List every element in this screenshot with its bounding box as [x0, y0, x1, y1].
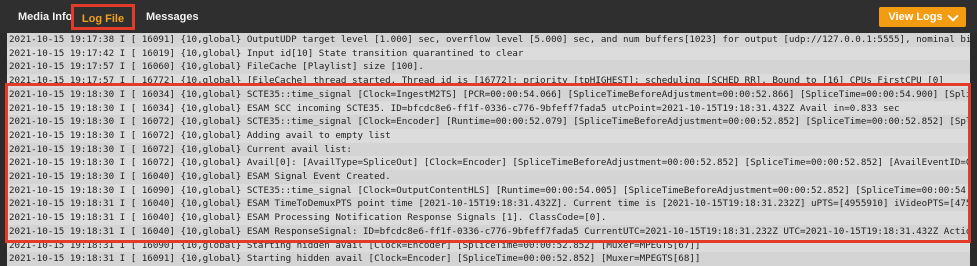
tab-media-info[interactable]: Media Info: [18, 8, 72, 26]
log-line: 2021-10-15 19:17:38 I [ 16091] {10,globa…: [7, 33, 970, 47]
log-line: 2021-10-15 19:17:57 I [ 16060] {10,globa…: [7, 60, 970, 75]
log-line: 2021-10-15 19:17:42 I [ 16019] {10,globa…: [7, 46, 970, 61]
top-toolbar: Media Info Log File Messages View Logs: [0, 0, 977, 33]
log-line: 2021-10-15 19:18:31 I [ 16091] {10,globa…: [7, 252, 970, 266]
log-line: 2021-10-15 19:17:57 I [ 16772] {10,globa…: [7, 74, 970, 88]
tab-log-file[interactable]: Log File: [71, 4, 135, 30]
chevron-down-icon: [946, 9, 959, 22]
log-line: 2021-10-15 19:18:31 I [ 16040] {10,globa…: [7, 211, 970, 225]
log-line: 2021-10-15 19:18:30 I [ 16072] {10,globa…: [7, 156, 970, 170]
log-line: 2021-10-15 19:18:31 I [ 16040] {10,globa…: [7, 224, 970, 239]
log-line: 2021-10-15 19:18:30 I [ 16072] {10,globa…: [7, 128, 970, 143]
log-line: 2021-10-15 19:18:31 I [ 16090] {10,globa…: [7, 238, 970, 253]
log-line: 2021-10-15 19:18:30 I [ 16034] {10,globa…: [7, 87, 970, 102]
log-line: 2021-10-15 19:18:31 I [ 16040] {10,globa…: [7, 197, 970, 212]
log-line: 2021-10-15 19:18:30 I [ 16040] {10,globa…: [7, 170, 970, 184]
log-line: 2021-10-15 19:18:30 I [ 16034] {10,globa…: [7, 101, 970, 116]
view-logs-label: View Logs: [888, 11, 943, 23]
log-line: 2021-10-15 19:18:30 I [ 16090] {10,globa…: [7, 183, 970, 198]
log-line: 2021-10-15 19:18:30 I [ 16072] {10,globa…: [7, 142, 970, 157]
log-viewer[interactable]: 2021-10-15 19:17:38 I [ 16091] {10,globa…: [7, 33, 970, 266]
view-logs-button[interactable]: View Logs: [879, 7, 966, 27]
log-line: 2021-10-15 19:18:30 I [ 16072] {10,globa…: [7, 115, 970, 129]
tab-messages[interactable]: Messages: [146, 8, 199, 26]
